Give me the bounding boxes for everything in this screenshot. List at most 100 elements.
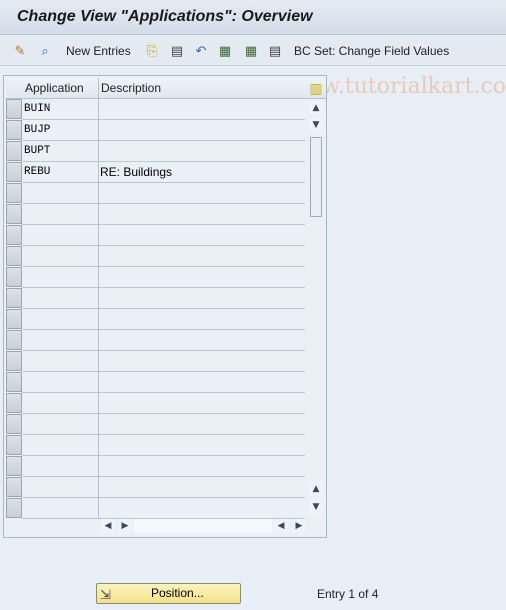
row-selector[interactable] [6,393,22,413]
scroll-page-down-icon[interactable]: ▼ [309,500,323,514]
description-cell[interactable] [98,267,305,288]
row-selector[interactable] [6,267,22,287]
table-row[interactable] [22,204,305,225]
table-row[interactable] [22,393,305,414]
edit-pencil-icon[interactable]: ✎ [11,42,29,60]
row-selector[interactable] [6,204,22,224]
table-row[interactable]: BUPT [22,141,305,162]
application-cell[interactable] [22,477,98,498]
table-row[interactable] [22,414,305,435]
row-selector[interactable] [6,225,22,245]
scroll-left-end-icon[interactable]: ◀ [274,519,288,533]
row-selector[interactable] [6,477,22,497]
table-row[interactable] [22,498,305,519]
description-cell[interactable] [98,414,305,435]
table-row[interactable] [22,309,305,330]
horizontal-scrollbar[interactable] [134,519,272,533]
description-cell[interactable] [98,498,305,519]
description-cell[interactable] [98,393,305,414]
select-all-rows-button[interactable] [6,78,22,99]
description-cell[interactable] [98,477,305,498]
table-row[interactable] [22,267,305,288]
table-row[interactable]: BUJP [22,120,305,141]
application-cell[interactable] [22,246,98,267]
table-row[interactable]: REBU RE: Buildings [22,162,305,183]
table-row[interactable]: BUIN [22,99,305,120]
table-row[interactable] [22,183,305,204]
table-row[interactable] [22,477,305,498]
application-cell[interactable] [22,351,98,372]
application-cell[interactable] [22,456,98,477]
application-cell[interactable] [22,288,98,309]
scroll-up-icon[interactable]: ▲ [309,101,323,115]
application-cell[interactable] [22,414,98,435]
table-row[interactable] [22,372,305,393]
application-cell[interactable] [22,204,98,225]
scroll-right-end-icon[interactable]: ▶ [292,519,306,533]
description-cell[interactable] [98,330,305,351]
deselect-all-icon[interactable]: ▤ [266,42,284,60]
description-cell[interactable] [98,99,305,120]
row-selector[interactable] [6,456,22,476]
description-cell[interactable] [98,183,305,204]
copy-icon[interactable]: ⎘ [143,42,161,60]
table-row[interactable] [22,246,305,267]
description-cell[interactable] [98,309,305,330]
scroll-down-icon[interactable]: ▼ [309,118,323,132]
description-cell[interactable] [98,204,305,225]
description-cell[interactable]: RE: Buildings [98,162,305,183]
description-cell[interactable] [98,225,305,246]
application-cell[interactable] [22,225,98,246]
bc-set-change-field-values-button[interactable]: BC Set: Change Field Values [294,44,449,58]
select-all-icon[interactable]: ▦ [216,42,234,60]
row-selector[interactable] [6,372,22,392]
table-settings-icon[interactable]: ▥ [306,78,326,99]
row-selector[interactable] [6,309,22,329]
description-cell[interactable] [98,120,305,141]
display-magnifier-icon[interactable]: ⌕ [36,42,54,60]
table-row[interactable] [22,456,305,477]
row-selector[interactable] [6,414,22,434]
description-cell[interactable] [98,288,305,309]
description-cell[interactable] [98,351,305,372]
application-cell[interactable]: BUPT [22,141,98,162]
description-cell[interactable] [98,372,305,393]
scroll-left-icon[interactable]: ◀ [101,519,115,533]
row-selector[interactable] [6,351,22,371]
application-cell[interactable]: BUJP [22,120,98,141]
table-row[interactable] [22,435,305,456]
application-cell[interactable]: REBU [22,162,98,183]
row-selector[interactable] [6,141,22,161]
description-cell[interactable] [98,141,305,162]
row-selector[interactable] [6,498,22,518]
table-row[interactable] [22,225,305,246]
position-button[interactable]: ⇲ Position... [96,583,241,604]
scroll-right-icon[interactable]: ▶ [118,519,132,533]
row-selector[interactable] [6,330,22,350]
application-cell[interactable]: BUIN [22,99,98,120]
application-cell[interactable] [22,267,98,288]
vertical-scrollbar-thumb[interactable] [310,137,322,217]
description-cell[interactable] [98,246,305,267]
delete-icon[interactable]: ▤ [168,42,186,60]
scroll-page-up-icon[interactable]: ▲ [309,482,323,496]
table-row[interactable] [22,351,305,372]
application-cell[interactable] [22,183,98,204]
application-cell[interactable] [22,393,98,414]
row-selector[interactable] [6,162,22,182]
application-cell[interactable] [22,330,98,351]
application-cell[interactable] [22,309,98,330]
row-selector[interactable] [6,246,22,266]
application-cell[interactable] [22,498,98,519]
undo-icon[interactable]: ↶ [192,42,210,60]
application-cell[interactable] [22,372,98,393]
row-selector[interactable] [6,288,22,308]
row-selector[interactable] [6,435,22,455]
table-row[interactable] [22,330,305,351]
select-block-icon[interactable]: ▦ [242,42,260,60]
column-header-description[interactable]: Description [98,78,306,99]
description-cell[interactable] [98,435,305,456]
row-selector[interactable] [6,120,22,140]
row-selector[interactable] [6,99,22,119]
application-cell[interactable] [22,435,98,456]
